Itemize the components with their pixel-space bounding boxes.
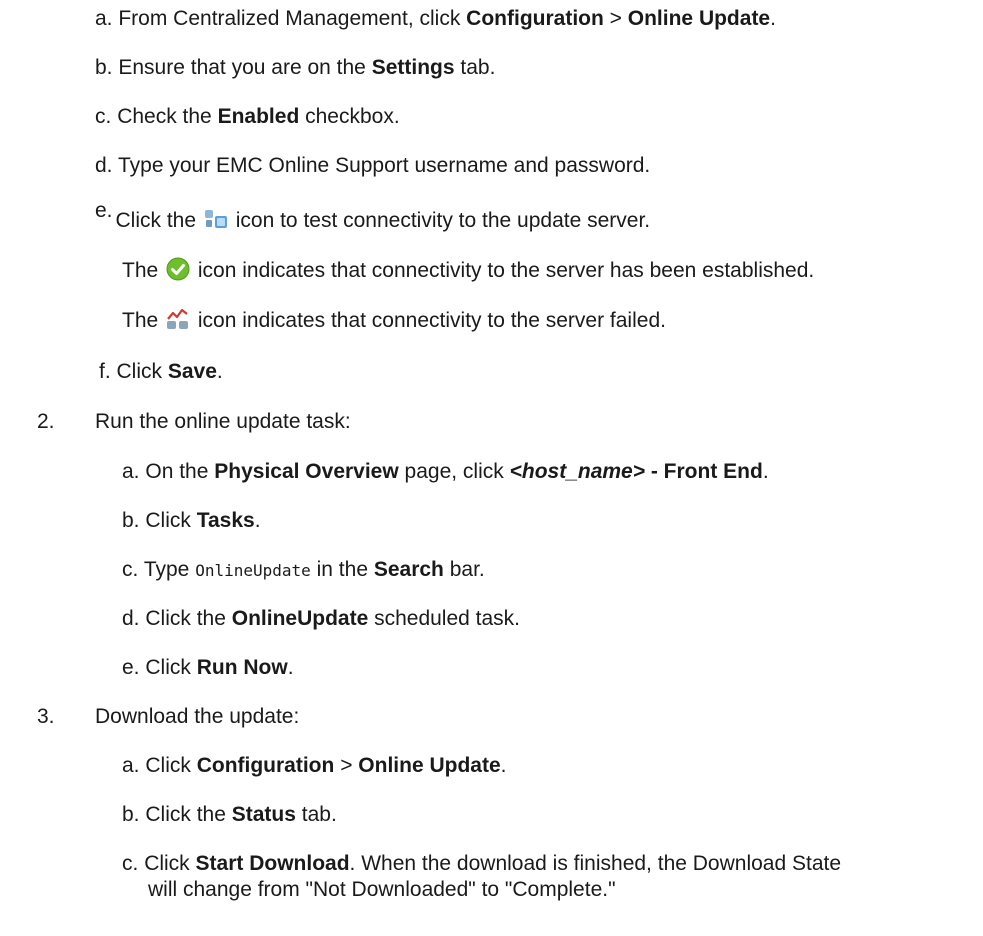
step1-item-e-failure-note: The icon indicates that connectivity to …: [122, 307, 666, 332]
step3-item-c: c. Click Start Download. When the downlo…: [122, 852, 842, 875]
step1-item-f: f. Click Save.: [99, 360, 223, 383]
step2-item-c: c. Type OnlineUpdate in the Search bar.: [122, 558, 485, 581]
connection-failed-icon: [166, 307, 190, 331]
step1-item-b: b. Ensure that you are on the Settings t…: [95, 56, 496, 79]
step1-item-c: c. Check the Enabled checkbox.: [95, 105, 400, 128]
step3-item-a: a. Click Configuration > Online Update.: [122, 754, 507, 777]
step2-item-d: d. Click the OnlineUpdate scheduled task…: [122, 607, 521, 630]
step2-item-b: b. Click Tasks.: [122, 509, 261, 532]
green-check-icon: [166, 257, 190, 281]
step3-heading: 3. Download the update:: [37, 705, 300, 728]
step1-item-a: a. From Centralized Management, click Co…: [95, 7, 776, 30]
step2-item-e: e. Click Run Now.: [122, 656, 294, 679]
step2-heading: 2. Run the online update task:: [37, 410, 351, 433]
step1-item-e-success-note: The icon indicates that connectivity to …: [122, 257, 815, 282]
test-connectivity-icon: [204, 207, 228, 231]
step3-item-b: b. Click the Status tab.: [122, 803, 337, 826]
step2-item-a: a. On the Physical Overview page, click …: [122, 460, 769, 483]
step3-item-c-continued: will change from "Not Downloaded" to "Co…: [148, 878, 616, 901]
step1-item-e: e. Click the icon to test connectivity to…: [95, 199, 651, 232]
step1-item-d: d. Type your EMC Online Support username…: [95, 154, 651, 177]
